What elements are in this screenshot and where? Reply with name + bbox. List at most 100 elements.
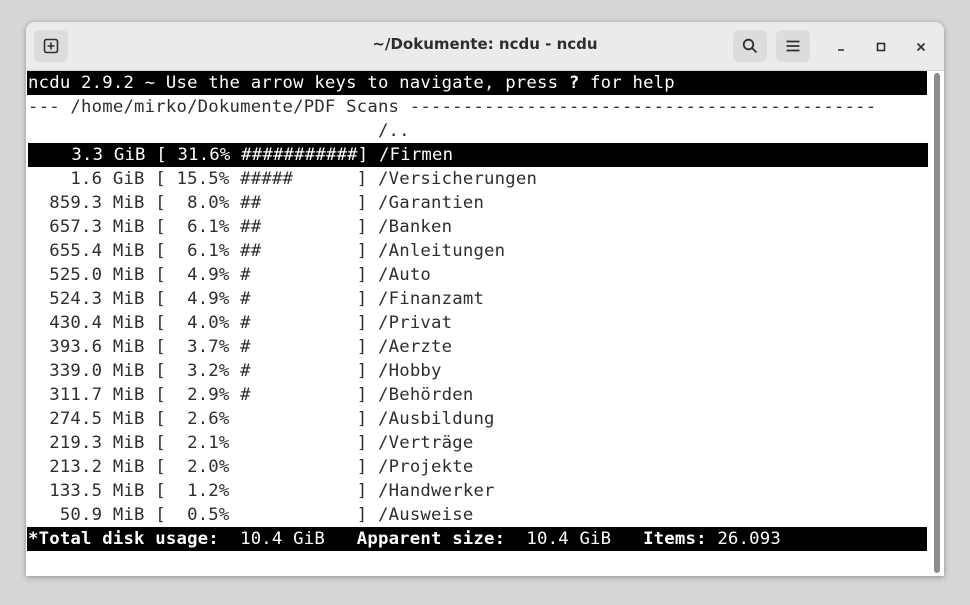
row-graph [240, 433, 357, 453]
row-gap [230, 217, 241, 237]
row-gap [230, 193, 241, 213]
row-graph: ##### [240, 169, 357, 189]
terminal-window: ~/Dokumente: ncdu - ncdu ncdu 2.9.2 ~ Us… [26, 22, 944, 576]
row-size: 524.3 MiB [28, 289, 145, 309]
row-graph: # [240, 337, 357, 357]
total-value: 10.4 GiB [218, 529, 325, 549]
row-gap [230, 361, 241, 381]
row-graph: ## [240, 217, 357, 237]
parent-dir-row[interactable]: /.. [28, 119, 410, 143]
row-bracket-close: ] [356, 265, 378, 285]
row-size: 339.0 MiB [28, 361, 145, 381]
row-percent: 2.9% [165, 385, 230, 405]
row-graph: ## [240, 193, 357, 213]
row-name: /Hobby [378, 361, 442, 381]
row-percent: 8.0% [165, 193, 230, 213]
row-percent: 3.2% [165, 361, 230, 381]
row-bracket-close: ] [356, 433, 378, 453]
table-row[interactable]: 430.4 MiB [ 4.0% # ] /Privat [28, 311, 452, 335]
row-bracket-close: ] [356, 337, 378, 357]
row-bracket-close: ] [356, 457, 378, 477]
table-row[interactable]: 525.0 MiB [ 4.9% # ] /Auto [28, 263, 431, 287]
table-row[interactable]: 393.6 MiB [ 3.7% # ] /Aerzte [28, 335, 452, 359]
search-icon [742, 38, 758, 54]
table-row[interactable]: 655.4 MiB [ 6.1% ## ] /Anleitungen [28, 239, 505, 263]
close-button[interactable] [909, 35, 933, 59]
row-graph: # [240, 265, 357, 285]
scrollbar-thumb[interactable] [934, 73, 940, 573]
row-name: /Ausbildung [378, 409, 495, 429]
row-size: 393.6 MiB [28, 337, 145, 357]
row-graph: # [240, 289, 357, 309]
table-row[interactable]: 219.3 MiB [ 2.1% ] /Verträge [28, 431, 473, 455]
row-gap [230, 409, 241, 429]
parent-dir-name: /.. [377, 121, 410, 141]
table-row[interactable]: 657.3 MiB [ 6.1% ## ] /Banken [28, 215, 452, 239]
table-row[interactable]: 50.9 MiB [ 0.5% ] /Ausweise [28, 503, 473, 527]
table-row[interactable]: 213.2 MiB [ 2.0% ] /Projekte [28, 455, 473, 479]
row-percent: 2.6% [165, 409, 230, 429]
maximize-button[interactable] [869, 35, 893, 59]
row-bracket-close: ] [356, 385, 378, 405]
table-row[interactable]: 859.3 MiB [ 8.0% ## ] /Garantien [28, 191, 484, 215]
row-name: /Privat [378, 313, 453, 333]
minimize-button[interactable] [829, 35, 853, 59]
row-graph [240, 409, 357, 429]
table-row[interactable]: 339.0 MiB [ 3.2% # ] /Hobby [28, 359, 442, 383]
header-text-end: for help [579, 73, 675, 93]
row-graph [240, 505, 357, 525]
table-row[interactable]: 274.5 MiB [ 2.6% ] /Ausbildung [28, 407, 495, 431]
row-bracket-close: ] [356, 241, 378, 261]
row-bracket-close: ] [357, 145, 379, 165]
row-percent: 31.6% [166, 145, 231, 165]
row-bracket-open: [ [144, 457, 166, 477]
ncdu-header: ncdu 2.9.2 ~ Use the arrow keys to navig… [27, 71, 927, 95]
close-icon [915, 38, 927, 57]
table-row[interactable]: 1.6 GiB [ 15.5% ##### ] /Versicherungen [28, 167, 537, 191]
row-bracket-open: [ [144, 337, 166, 357]
apparent-value: 10.4 GiB [505, 529, 612, 549]
row-size: 859.3 MiB [28, 193, 145, 213]
row-bracket-close: ] [356, 481, 378, 501]
row-gap [230, 265, 241, 285]
table-row[interactable]: 311.7 MiB [ 2.9% # ] /Behörden [28, 383, 473, 407]
search-button[interactable] [733, 30, 767, 62]
row-size: 213.2 MiB [28, 457, 145, 477]
row-bracket-open: [ [144, 169, 166, 189]
row-bracket-close: ] [356, 313, 378, 333]
table-row[interactable]: 524.3 MiB [ 4.9% # ] /Finanzamt [28, 287, 484, 311]
row-name: /Projekte [378, 457, 474, 477]
row-graph: ## [240, 241, 357, 261]
row-bracket-open: [ [144, 313, 166, 333]
table-row[interactable]: 133.5 MiB [ 1.2% ] /Handwerker [28, 479, 495, 503]
items-label: Items: [611, 529, 707, 549]
row-bracket-close: ] [356, 409, 378, 429]
row-name: /Auto [378, 265, 432, 285]
menu-button[interactable] [776, 30, 810, 62]
table-row[interactable]: 3.3 GiB [ 31.6% ###########] /Firmen [28, 143, 928, 167]
row-gap [230, 169, 241, 189]
menu-icon [785, 38, 801, 54]
terminal-area[interactable]: ncdu 2.9.2 ~ Use the arrow keys to navig… [26, 71, 930, 576]
help-key: ? [568, 73, 580, 93]
row-gap [230, 481, 241, 501]
row-bracket-open: [ [144, 385, 166, 405]
row-gap [231, 145, 242, 165]
row-graph: # [240, 361, 357, 381]
row-bracket-open: [ [144, 361, 166, 381]
row-name: /Firmen [379, 145, 454, 165]
maximize-icon [875, 38, 887, 57]
row-name: /Behörden [378, 385, 474, 405]
row-bracket-close: ] [356, 505, 378, 525]
row-gap [230, 385, 241, 405]
row-size: 525.0 MiB [28, 265, 145, 285]
row-bracket-close: ] [356, 289, 378, 309]
row-gap [230, 241, 241, 261]
row-graph: # [240, 313, 357, 333]
apparent-label: Apparent size: [324, 529, 506, 549]
row-name: /Ausweise [378, 505, 474, 525]
scrollbar[interactable] [930, 71, 944, 576]
row-percent: 2.1% [165, 433, 230, 453]
row-graph: ########### [241, 145, 358, 165]
row-graph: # [240, 385, 357, 405]
